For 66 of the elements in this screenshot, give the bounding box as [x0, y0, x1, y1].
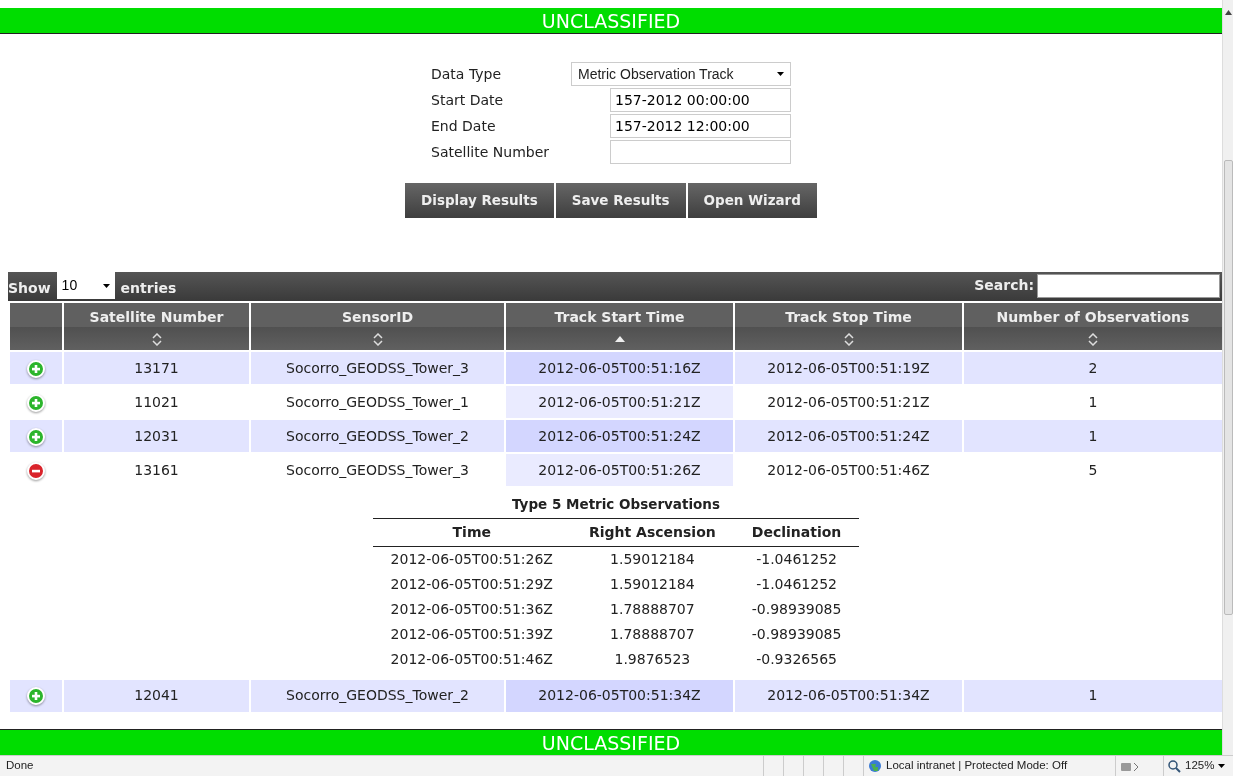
detail-column-header: Declination: [733, 518, 860, 547]
text-field[interactable]: [610, 140, 791, 164]
table-cell: Socorro_GEODSS_Tower_3: [251, 352, 504, 384]
table-cell: 2012-06-05T00:51:16Z: [506, 352, 733, 384]
field-label: Satellite Number: [431, 143, 551, 162]
table-cell: 2012-06-05T00:51:24Z: [506, 420, 733, 452]
column-header[interactable]: Track Stop Time: [735, 303, 962, 350]
data-type-select[interactable]: Metric Observation Track: [571, 62, 791, 86]
table-cell: 1: [964, 420, 1222, 452]
table-cell: Socorro_GEODSS_Tower_2: [251, 679, 504, 712]
table-cell: 2012-06-05T00:51:34Z: [506, 679, 733, 712]
field-label: Data Type: [431, 65, 503, 84]
table-cell: 2012-06-05T00:51:24Z: [735, 420, 962, 452]
sort-icon[interactable]: [151, 332, 162, 346]
caret-icon: [777, 72, 784, 76]
scroll-up-icon[interactable]: [1224, 10, 1232, 15]
column-header[interactable]: SensorID: [251, 303, 504, 350]
page-length-select[interactable]: 10: [56, 272, 115, 299]
caret-icon: [102, 283, 110, 288]
expand-icon[interactable]: [27, 359, 45, 378]
column-header[interactable]: Satellite Number: [64, 303, 249, 350]
detail-column-header: Right Ascension: [570, 518, 734, 547]
column-header[interactable]: Number of Observations: [964, 303, 1222, 350]
security-zone[interactable]: Local intranet | Protected Mode: Off: [886, 757, 1068, 775]
globe-icon: [868, 759, 882, 773]
table-cell: 2012-06-05T00:51:21Z: [506, 386, 733, 418]
field-label: End Date: [431, 117, 497, 136]
table-cell: 2: [964, 352, 1222, 384]
table-cell: 12041: [64, 679, 249, 712]
sort-ascending-icon[interactable]: [614, 336, 625, 342]
caret-icon: [1218, 764, 1226, 768]
classification-banner: UNCLASSIFIED: [0, 8, 1222, 34]
detail-column-header: Time: [372, 518, 571, 547]
zoom-level[interactable]: 125%: [1185, 757, 1215, 775]
table-cell: 13171: [64, 352, 249, 384]
field-label: Start Date: [431, 91, 505, 110]
show-label: Show: [8, 279, 51, 298]
detail-title: Type 5 Metric Observations: [511, 495, 721, 514]
table-cell: 2012-06-05T00:51:34Z: [735, 679, 962, 712]
zoom-icon: [1168, 759, 1181, 773]
collapse-icon[interactable]: [27, 461, 45, 480]
table-cell: Socorro_GEODSS_Tower_2: [251, 420, 504, 452]
status-text: Done: [5, 758, 35, 774]
entries-label: entries: [120, 279, 177, 298]
column-header[interactable]: Track Start Time: [506, 303, 733, 350]
expand-icon[interactable]: [27, 393, 45, 412]
table-cell: 2012-06-05T00:51:19Z: [735, 352, 962, 384]
action-button[interactable]: Save Results: [555, 183, 686, 218]
text-field[interactable]: 157-2012 00:00:00: [610, 88, 791, 112]
sort-icon[interactable]: [843, 332, 854, 346]
table-header: [10, 303, 62, 350]
action-button[interactable]: Open Wizard: [687, 183, 817, 218]
classification-banner: UNCLASSIFIED: [0, 729, 1222, 755]
expand-icon[interactable]: [27, 427, 45, 446]
table-cell: 12031: [64, 420, 249, 452]
action-button[interactable]: Display Results: [405, 183, 554, 218]
text-field[interactable]: 157-2012 12:00:00: [610, 114, 791, 138]
expand-icon[interactable]: [27, 687, 45, 706]
search-field[interactable]: [1037, 273, 1220, 298]
search-label: Search:: [974, 276, 1034, 295]
table-cell: 1: [964, 679, 1222, 712]
sort-icon[interactable]: [372, 332, 383, 346]
table-cell: 2012-06-05T00:51:26Z: [506, 454, 733, 486]
sort-icon[interactable]: [1088, 332, 1098, 346]
scrollbar-thumb[interactable]: [1223, 160, 1233, 615]
scrollbar[interactable]: [1222, 0, 1233, 755]
